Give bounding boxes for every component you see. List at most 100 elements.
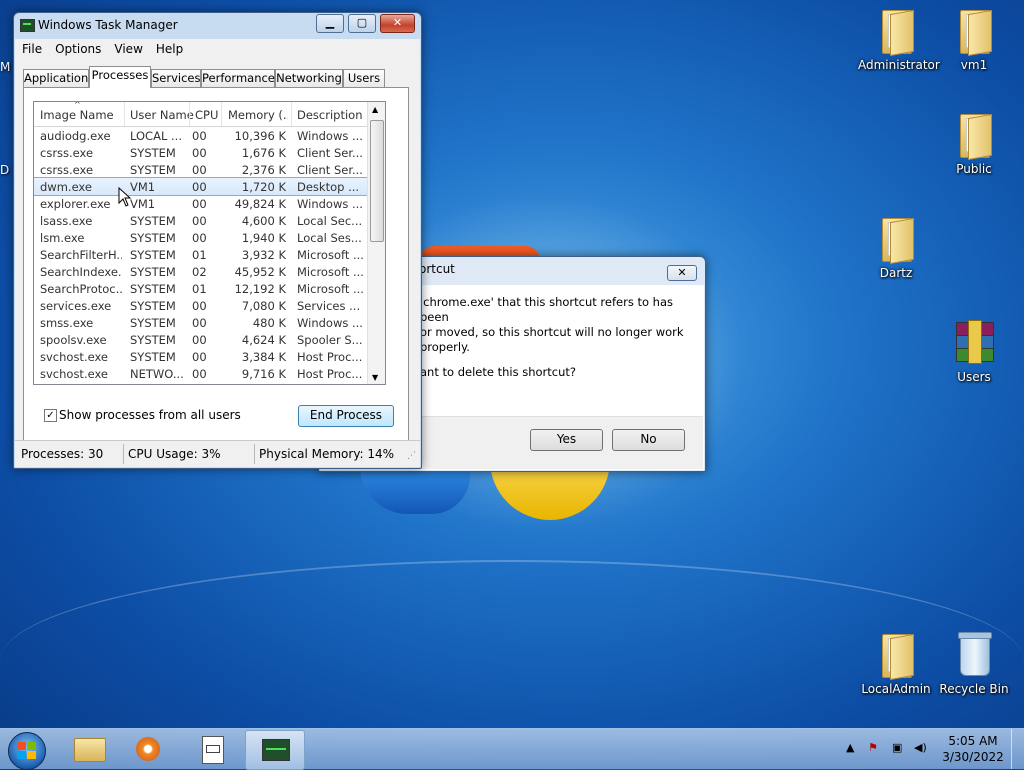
- process-row[interactable]: SearchFilterH... SYSTEM 01 3,932 K Microsoft…: [34, 246, 367, 263]
- process-cell-cpu: 01: [192, 248, 207, 262]
- tab-networking[interactable]: Networking: [275, 69, 343, 87]
- windows-explorer-icon: [74, 738, 106, 762]
- menu-file[interactable]: File: [15, 39, 48, 56]
- scrollbar-thumb[interactable]: [370, 120, 384, 242]
- process-row[interactable]: audiodg.exe LOCAL ... 00 10,396 K Windows ..…: [34, 127, 367, 144]
- close-icon: ✕: [677, 266, 687, 279]
- show-all-processes-label[interactable]: Show processes from all users: [59, 408, 241, 422]
- desktop-icon-label: vm1: [960, 58, 988, 72]
- process-row[interactable]: csrss.exe SYSTEM 00 1,676 K Client Ser...: [34, 144, 367, 161]
- status-bar: Processes: 30 CPU Usage: 3% Physical Mem…: [15, 440, 420, 467]
- process-cell-cpu: 00: [192, 180, 207, 194]
- folder-icon: [950, 6, 998, 57]
- column-user-name[interactable]: User Name: [130, 108, 194, 122]
- desktop-icon-label: Users: [957, 370, 991, 384]
- volume-icon[interactable]: ◀): [914, 741, 927, 754]
- process-cell-user: VM1: [130, 197, 156, 211]
- end-process-button[interactable]: End Process: [298, 405, 394, 427]
- process-cell-mem: 9,716 K: [241, 367, 286, 381]
- menu-help[interactable]: Help: [149, 39, 189, 56]
- no-button[interactable]: No: [612, 429, 685, 451]
- resize-grip-icon[interactable]: ⋰: [407, 451, 416, 461]
- desktop-icon-vm1[interactable]: vm1: [936, 6, 1012, 72]
- column-cpu[interactable]: CPU: [195, 108, 218, 122]
- tab-processes[interactable]: Processes: [89, 66, 151, 88]
- process-cell-name: svchost.exe: [40, 350, 109, 364]
- process-row[interactable]: SearchProtoc... SYSTEM 01 12,192 K Microsoft…: [34, 280, 367, 297]
- desktop-icon-public[interactable]: Public: [936, 110, 1012, 176]
- desktop-icon-users[interactable]: Users: [936, 318, 1012, 384]
- process-row[interactable]: dwm.exe VM1 00 1,720 K Desktop ...: [34, 177, 368, 196]
- process-cell-desc: Local Sec...: [297, 214, 363, 228]
- taskbar-media-player[interactable]: [120, 730, 178, 768]
- column-description[interactable]: Description: [297, 108, 363, 122]
- action-center-flag-icon[interactable]: ⚑: [868, 741, 878, 754]
- process-cell-name: dwm.exe: [40, 180, 92, 194]
- show-desktop-button[interactable]: [1011, 729, 1024, 769]
- scroll-down-icon[interactable]: ▼: [372, 373, 378, 382]
- tab-users[interactable]: Users: [343, 69, 385, 87]
- process-row[interactable]: explorer.exe VM1 00 49,824 K Windows ...: [34, 195, 367, 212]
- folder-icon: [872, 6, 920, 57]
- tab-applications[interactable]: Applications: [23, 69, 94, 87]
- desktop-icon-label: LocalAdmin: [861, 682, 931, 696]
- offscreen-icon-label[interactable]: D: [0, 163, 9, 177]
- process-cell-mem: 7,080 K: [241, 299, 286, 313]
- process-cell-mem: 49,824 K: [234, 197, 286, 211]
- close-button[interactable]: ✕: [380, 14, 415, 33]
- maximize-button[interactable]: ▢: [348, 14, 376, 33]
- process-list[interactable]: Image Name ^ User Name CPU Memory (... D…: [33, 101, 386, 385]
- desktop-icon-localadmin[interactable]: LocalAdmin: [858, 630, 934, 696]
- process-row[interactable]: csrss.exe SYSTEM 00 2,376 K Client Ser...: [34, 161, 367, 178]
- show-all-processes-checkbox[interactable]: ✓: [44, 409, 57, 422]
- taskbar-task-manager[interactable]: [245, 730, 305, 770]
- menu-view[interactable]: View: [107, 39, 148, 56]
- show-hidden-icons-icon[interactable]: ▲: [846, 741, 854, 754]
- process-cell-mem: 1,720 K: [241, 180, 286, 194]
- desktop-icon-dartz[interactable]: Dartz: [858, 214, 934, 280]
- process-cell-name: spoolsv.exe: [40, 333, 107, 347]
- process-row[interactable]: spoolsv.exe SYSTEM 00 4,624 K Spooler S...: [34, 331, 367, 348]
- process-row[interactable]: services.exe SYSTEM 00 7,080 K Services ...: [34, 297, 367, 314]
- column-image-name[interactable]: Image Name: [40, 108, 114, 122]
- yes-button[interactable]: Yes: [530, 429, 603, 451]
- process-row[interactable]: SearchIndexe... SYSTEM 02 45,952 K Microsoft…: [34, 263, 367, 280]
- process-cell-mem: 3,384 K: [241, 350, 286, 364]
- dialog-message: 'chrome.exe' that this shortcut refers t…: [420, 295, 704, 380]
- dialog-close-button[interactable]: ✕: [667, 265, 697, 281]
- process-cell-user: SYSTEM: [130, 265, 176, 279]
- process-row[interactable]: svchost.exe SYSTEM 00 3,384 K Host Proc...: [34, 348, 367, 365]
- process-cell-mem: 3,932 K: [241, 248, 286, 262]
- taskbar-windows-explorer[interactable]: [60, 730, 118, 768]
- desktop-icon-label: Dartz: [879, 266, 913, 280]
- column-memory[interactable]: Memory (...: [228, 108, 288, 122]
- menu-options[interactable]: Options: [48, 39, 107, 56]
- process-cell-name: lsm.exe: [40, 231, 85, 245]
- network-icon[interactable]: ▣: [892, 741, 902, 754]
- clock[interactable]: 5:05 AM 3/30/2022: [940, 733, 1006, 765]
- desktop-icon-administrator[interactable]: Administrator: [858, 6, 940, 72]
- mouse-pointer-icon: [118, 187, 132, 207]
- process-cell-mem: 10,396 K: [234, 129, 286, 143]
- process-cell-desc: Microsoft ...: [297, 282, 363, 296]
- minimize-button[interactable]: ▁: [316, 14, 344, 33]
- tab-performance[interactable]: Performance: [201, 69, 275, 87]
- process-row[interactable]: lsass.exe SYSTEM 00 4,600 K Local Sec...: [34, 212, 367, 229]
- offscreen-icon-label[interactable]: M: [0, 60, 10, 74]
- task-manager-titlebar[interactable]: Windows Task Manager ▁ ▢ ✕: [14, 13, 421, 37]
- scroll-up-icon[interactable]: ▲: [372, 105, 378, 114]
- process-row[interactable]: lsm.exe SYSTEM 00 1,940 K Local Ses...: [34, 229, 367, 246]
- process-row[interactable]: smss.exe SYSTEM 00 480 K Windows ...: [34, 314, 367, 331]
- process-cell-desc: Host Proc...: [297, 367, 363, 381]
- desktop-icon-recycle-bin[interactable]: Recycle Bin: [936, 630, 1012, 696]
- process-cell-user: SYSTEM: [130, 282, 176, 296]
- start-button[interactable]: [8, 732, 46, 770]
- taskbar-notepad[interactable]: [184, 730, 242, 768]
- maximize-icon: ▢: [356, 16, 368, 29]
- process-cell-user: SYSTEM: [130, 316, 176, 330]
- process-row[interactable]: svchost.exe NETWO... 00 9,716 K Host Proc...: [34, 365, 367, 382]
- tab-services[interactable]: Services: [151, 69, 201, 87]
- process-cell-name: SearchFilterH...: [40, 248, 122, 262]
- process-cell-user: NETWO...: [130, 367, 184, 381]
- process-list-scrollbar[interactable]: ▲ ▼: [367, 102, 385, 384]
